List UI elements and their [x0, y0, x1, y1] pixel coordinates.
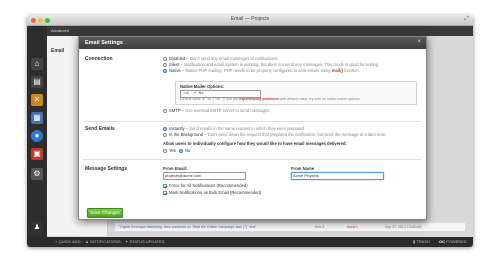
option-desc: – Notification and email system is worki…	[180, 62, 380, 67]
connection-option-silent[interactable]: Silent – Notification and email system i…	[163, 62, 379, 67]
app-header: Advanced	[47, 26, 473, 36]
quick-add-button[interactable]: + QUICK ADD	[55, 237, 80, 247]
from-email-field[interactable]: projects@acme.com	[163, 172, 246, 180]
option-desc-tail: function.	[344, 68, 360, 73]
gear-icon[interactable]: ⚙	[31, 168, 43, 180]
radio-background[interactable]	[163, 132, 167, 137]
radio-smtp[interactable]	[163, 108, 167, 113]
option-desc: – Don't send down the request that prepa…	[204, 132, 387, 137]
option-desc: – Send emails in the same request in whi…	[185, 126, 305, 131]
option-name: Silent	[169, 62, 180, 67]
option-name: Disabled	[169, 56, 186, 61]
close-icon[interactable]: ×	[417, 39, 421, 45]
user-icon[interactable]: ♟	[31, 222, 43, 234]
option-desc: – Use external SMTP server to send messa…	[181, 108, 271, 113]
home-icon[interactable]: ⌂	[31, 58, 43, 70]
row-date: Sep 07, 2013 10:45 AM	[385, 225, 422, 229]
bottom-bar: + QUICK ADD ▲ NOTIFICATIONS ✦ STATUS UPD…	[27, 237, 473, 247]
trash-label: TRASH	[416, 239, 430, 244]
nav-item-email[interactable]: Email	[51, 48, 64, 54]
notifications-label: NOTIFICATIONS	[90, 239, 121, 244]
quick-add-label: QUICK ADD	[58, 239, 81, 244]
native-mailer-help: Default value is "-oi -f %s". If you are…	[180, 97, 361, 101]
send-emails-label: Send Emails	[85, 126, 115, 132]
radio-disabled[interactable]	[163, 56, 167, 61]
connection-option-smtp[interactable]: SMTP – Use external SMTP server to send …	[163, 108, 271, 113]
dialog-header: Email Settings ×	[79, 37, 426, 49]
status-updates-button[interactable]: ✦ STATUS UPDATES	[125, 237, 164, 247]
background-table-row: "Digital Envelope Marketing: New comment…	[115, 222, 465, 231]
checkbox-label: Force for All Notifications (Recommended…	[169, 183, 248, 188]
fullscreen-icon[interactable]: ⤢	[464, 16, 469, 23]
checkbox-bulk[interactable]	[163, 190, 167, 195]
help-highlight: experiencing problems	[239, 97, 279, 101]
bulk-email-checkbox[interactable]: Mark Notifications as Bulk Email (Recomm…	[163, 190, 261, 195]
save-changes-button[interactable]: Save Changes	[87, 208, 123, 218]
allow-users-question: Allow users to individually configure ho…	[163, 141, 347, 146]
checkbox-label: Mark Notifications as Bulk Email (Recomm…	[169, 190, 262, 195]
radio-native[interactable]	[163, 68, 167, 73]
native-mailer-label: Native Mailer Options:	[180, 84, 225, 89]
window-titlebar: Email — Projects ⤢	[27, 15, 473, 26]
powered-label: POWERED	[446, 239, 467, 244]
section-divider	[83, 121, 422, 122]
globe-icon[interactable]: ●	[31, 130, 43, 142]
from-name-label: From Name	[291, 166, 315, 171]
radio-silent[interactable]	[163, 62, 167, 67]
row-status: Issue L	[347, 225, 359, 229]
yes-label: Yes	[169, 148, 176, 153]
no-label: No	[185, 148, 191, 153]
trash-button[interactable]: ▮ TRASH	[413, 237, 430, 247]
allow-users-choice: Yes No	[163, 148, 190, 153]
section-divider	[83, 159, 422, 160]
radio-yes[interactable]	[163, 148, 167, 153]
native-mailer-options-box: Native Mailer Options: -oi -f %s Default…	[175, 81, 417, 105]
checkbox-force[interactable]	[163, 183, 167, 188]
send-option-instantly[interactable]: Instantly – Send emails in the same requ…	[163, 126, 305, 131]
connection-option-disabled[interactable]: Disabled – Don't send any email messages…	[163, 56, 279, 61]
send-option-background[interactable]: In the Background – Don't send down the …	[163, 132, 386, 137]
option-name: Native	[169, 68, 181, 73]
option-name: SMTP	[169, 108, 181, 113]
calendar-icon[interactable]: ▣	[31, 148, 43, 160]
from-email-label: From Email:	[163, 166, 188, 171]
app-header-title: Advanced	[51, 28, 69, 33]
radio-no[interactable]	[179, 148, 184, 153]
help-text: Default value is "-oi -f %s". If you are	[180, 97, 239, 101]
window-title: Email — Projects	[230, 16, 270, 22]
from-name-field[interactable]: Acme Projects	[291, 172, 384, 180]
connection-label: Connection	[85, 56, 113, 62]
folder-icon[interactable]: ▦	[31, 112, 43, 124]
powered-by: OC POWERED	[439, 237, 467, 247]
help-text-tail: with default value, try with no native m…	[279, 97, 361, 101]
tools-icon[interactable]: ✕	[31, 94, 43, 106]
notifications-button[interactable]: ▲ NOTIFICATIONS	[85, 237, 121, 247]
sidebar: ⌂ ▤ ✕ ▦ ● ▣ ⚙ ♟	[27, 26, 47, 237]
force-notifications-checkbox[interactable]: Force for All Notifications (Recommended…	[163, 183, 248, 188]
message-settings-label: Message Settings	[85, 166, 128, 172]
powered-logo-icon: OC	[439, 239, 445, 244]
radio-instantly[interactable]	[163, 126, 167, 131]
option-name: In the Background	[169, 132, 203, 137]
dialog-title: Email Settings	[85, 40, 123, 46]
chart-icon[interactable]: ▤	[31, 76, 43, 88]
option-desc-highlight: mail()	[331, 68, 343, 73]
row-title[interactable]: "Digital Envelope Marketing: New comment…	[119, 223, 256, 231]
status-updates-label: STATUS UPDATES	[129, 239, 165, 244]
row-project: Ken 2	[315, 225, 325, 229]
option-name: Instantly	[169, 126, 185, 131]
email-settings-dialog: Email Settings × Connection Disabled – D…	[78, 36, 427, 220]
option-desc: – Don't send any email messages or notif…	[186, 56, 279, 61]
connection-option-native[interactable]: Native – Native PHP mailing. PHP needs t…	[163, 68, 360, 73]
option-desc: – Native PHP mailing. PHP needs to be pr…	[182, 68, 331, 73]
